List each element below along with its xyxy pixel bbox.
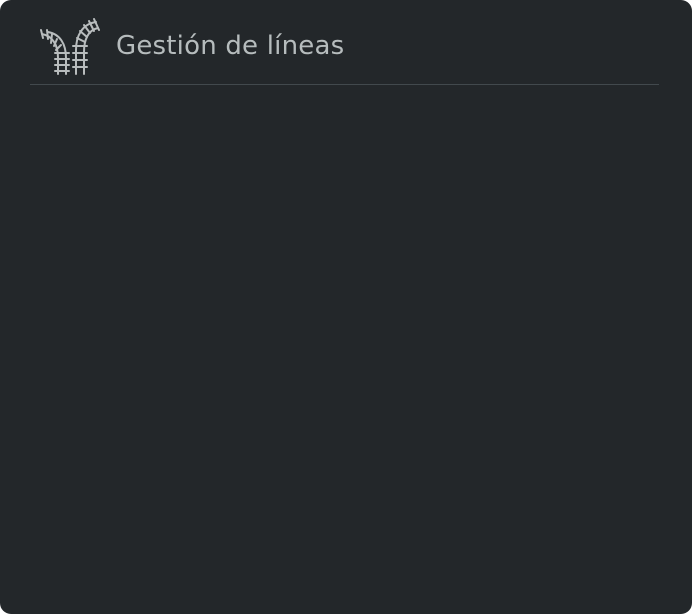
panel-content-area <box>30 85 659 614</box>
panel-header: Gestión de líneas <box>30 0 659 85</box>
railway-junction-icon <box>38 18 102 78</box>
line-management-panel: Gestión de líneas <box>0 0 692 614</box>
panel-title: Gestión de líneas <box>116 31 345 61</box>
